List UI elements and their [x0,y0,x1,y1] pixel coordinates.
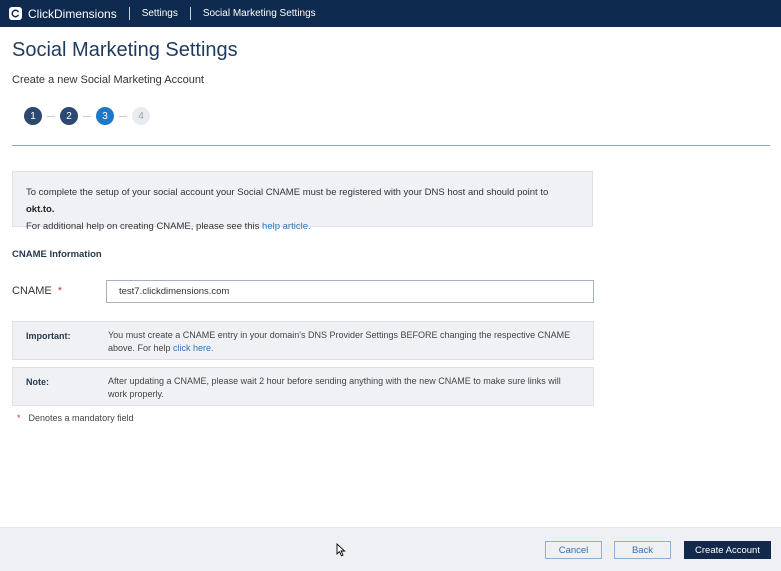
footer-bar: Cancel Back Create Account [0,527,781,571]
note-label: Note: [26,377,49,387]
step-1: 1 [24,107,42,125]
step-connector [83,115,91,117]
info-line-2-text: For additional help on creating CNAME, p… [26,221,263,232]
step-3: 3 [96,107,114,125]
click-here-link[interactable]: click here. [173,343,214,353]
step-connector [119,115,127,117]
cname-section-title: CNAME Information [12,249,102,260]
back-button[interactable]: Back [614,541,671,559]
create-account-button[interactable]: Create Account [684,541,771,559]
help-article-link[interactable]: help article. [262,221,311,232]
breadcrumb-separator [189,7,191,20]
top-bar: ClickDimensions Settings Social Marketin… [0,0,781,27]
mandatory-text: Denotes a mandatory field [28,413,134,423]
mandatory-asterisk: * [17,413,21,423]
wizard-stepper: 1 2 3 4 [24,107,150,125]
mandatory-field-legend: * Denotes a mandatory field [17,413,134,423]
cancel-button[interactable]: Cancel [545,541,602,559]
note-notice: Note: After updating a CNAME, please wai… [12,367,594,406]
info-line-1: To complete the setup of your social acc… [26,184,579,218]
required-asterisk: * [57,285,63,297]
important-notice: Important: You must create a CNAME entry… [12,321,594,360]
important-text: You must create a CNAME entry in your do… [108,329,578,355]
clickdimensions-logo-icon[interactable] [9,7,22,20]
step-4: 4 [132,107,150,125]
page-title: Social Marketing Settings [12,39,238,61]
cname-label: CNAME * [12,285,62,297]
info-line-2: For additional help on creating CNAME, p… [26,218,579,235]
mouse-pointer-icon [336,543,346,557]
brand-name[interactable]: ClickDimensions [28,7,117,21]
breadcrumb-social-marketing-settings[interactable]: Social Marketing Settings [203,8,316,19]
target-domain: okt.to. [26,204,55,215]
note-text: After updating a CNAME, please wait 2 ho… [108,376,561,399]
page-subtitle: Create a new Social Marketing Account [12,74,204,86]
breadcrumb-settings[interactable]: Settings [142,8,178,19]
important-label: Important: [26,331,71,341]
cname-label-text: CNAME [12,285,52,297]
step-connector [47,115,55,117]
cname-info-box: To complete the setup of your social acc… [12,171,593,232]
info-line-1-text: To complete the setup of your social acc… [26,187,549,198]
step-2: 2 [60,107,78,125]
breadcrumb-separator [128,7,130,20]
cname-input[interactable] [106,280,594,303]
section-divider [12,145,770,146]
